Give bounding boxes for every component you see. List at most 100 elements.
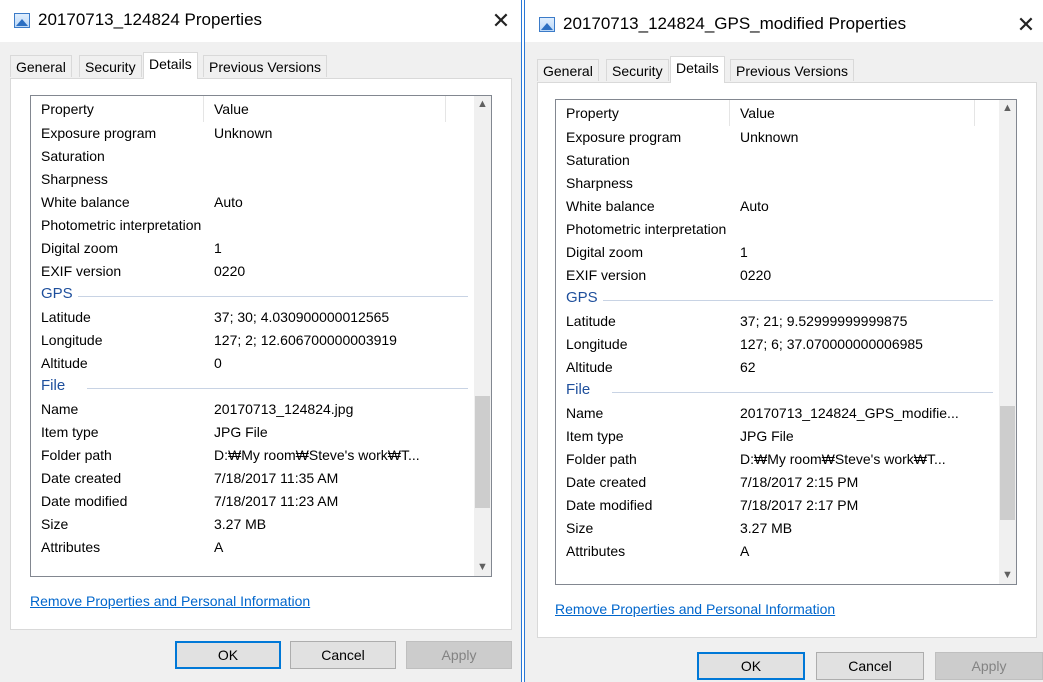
property-row[interactable]: Longitude 127; 2; 12.606700000003919: [31, 329, 474, 352]
scrollbar-thumb[interactable]: [1000, 406, 1015, 520]
property-row[interactable]: Name 20170713_124824_GPS_modifie...: [556, 402, 999, 425]
property-row[interactable]: Saturation: [556, 149, 999, 172]
tab-details[interactable]: Details: [670, 56, 725, 83]
property-value: 7/18/2017 2:15 PM: [740, 474, 859, 490]
property-row[interactable]: Latitude 37; 30; 4.030900000012565: [31, 306, 474, 329]
header-property[interactable]: Property: [41, 101, 94, 117]
property-row[interactable]: Size 3.27 MB: [31, 513, 474, 536]
property-value: 3.27 MB: [740, 520, 793, 536]
property-value: 127; 2; 12.606700000003919: [214, 332, 397, 348]
column-divider[interactable]: [203, 96, 204, 122]
property-row[interactable]: Date modified 7/18/2017 11:23 AM: [31, 490, 474, 513]
tab-general[interactable]: General: [537, 59, 599, 81]
scroll-down-arrow-icon[interactable]: ▼: [474, 559, 491, 576]
property-row[interactable]: EXIF version 0220: [31, 260, 474, 283]
column-divider[interactable]: [974, 100, 975, 126]
property-name: Digital zoom: [566, 244, 644, 260]
close-icon[interactable]: ✕: [1011, 10, 1041, 40]
group-header-file[interactable]: File: [31, 375, 474, 398]
property-name: EXIF version: [566, 267, 647, 283]
tab-previous-versions[interactable]: Previous Versions: [730, 59, 855, 81]
property-row[interactable]: Exposure program Unknown: [31, 122, 474, 145]
property-name: Digital zoom: [41, 240, 119, 256]
cancel-button[interactable]: Cancel: [816, 652, 924, 680]
property-name: Exposure program: [41, 125, 157, 141]
column-divider[interactable]: [729, 100, 730, 126]
header-value[interactable]: Value: [214, 101, 249, 117]
property-value: Auto: [214, 194, 243, 210]
property-row[interactable]: Item type JPG File: [556, 425, 999, 448]
property-row[interactable]: Size 3.27 MB: [556, 517, 999, 540]
property-value: 7/18/2017 2:17 PM: [740, 497, 859, 513]
property-value: 20170713_124824.jpg: [214, 401, 354, 417]
property-row[interactable]: Sharpness: [31, 168, 474, 191]
property-row[interactable]: Photometric interpretation: [31, 214, 474, 237]
property-row[interactable]: Photometric interpretation: [556, 218, 999, 241]
property-row[interactable]: Altitude 62: [556, 356, 999, 379]
property-row[interactable]: Folder path D:₩My room₩Steve's work₩T...: [31, 444, 474, 467]
property-row[interactable]: EXIF version 0220: [556, 264, 999, 287]
remove-properties-link[interactable]: Remove Properties and Personal Informati…: [30, 593, 310, 609]
group-header-file[interactable]: File: [556, 379, 999, 402]
tab-general[interactable]: General: [10, 55, 72, 77]
header-property[interactable]: Property: [566, 105, 619, 121]
property-value: 3.27 MB: [214, 516, 267, 532]
image-file-icon: [539, 17, 555, 32]
property-name: Saturation: [41, 148, 105, 164]
image-file-icon: [14, 13, 30, 28]
tab-security[interactable]: Security: [79, 55, 142, 77]
details-page: Property Value Exposure program Unknown Sa…: [10, 78, 512, 630]
scroll-up-arrow-icon[interactable]: ▲: [999, 100, 1016, 117]
vertical-scrollbar[interactable]: ▲ ▼: [474, 96, 491, 576]
property-row[interactable]: Attributes A: [31, 536, 474, 559]
property-row[interactable]: Name 20170713_124824.jpg: [31, 398, 474, 421]
property-row[interactable]: Saturation: [31, 145, 474, 168]
property-value: 0: [214, 355, 222, 371]
tab-previous-versions[interactable]: Previous Versions: [203, 55, 328, 77]
property-name: Item type: [566, 428, 624, 444]
property-row[interactable]: Digital zoom 1: [556, 241, 999, 264]
property-name: Longitude: [566, 336, 628, 352]
tab-details[interactable]: Details: [143, 52, 198, 79]
property-name: White balance: [41, 194, 130, 210]
close-icon[interactable]: ✕: [486, 6, 516, 36]
scrollbar-thumb[interactable]: [475, 396, 490, 508]
property-row[interactable]: Date modified 7/18/2017 2:17 PM: [556, 494, 999, 517]
apply-button[interactable]: Apply: [935, 652, 1043, 680]
property-row[interactable]: White balance Auto: [31, 191, 474, 214]
remove-properties-link[interactable]: Remove Properties and Personal Informati…: [555, 601, 835, 617]
property-row[interactable]: Altitude 0: [31, 352, 474, 375]
property-row[interactable]: Sharpness: [556, 172, 999, 195]
group-divider: [78, 296, 468, 297]
property-name: Size: [566, 520, 594, 536]
apply-button[interactable]: Apply: [406, 641, 512, 669]
property-row[interactable]: Exposure program Unknown: [556, 126, 999, 149]
property-value: A: [214, 539, 224, 555]
ok-button[interactable]: OK: [175, 641, 281, 669]
property-row[interactable]: Folder path D:₩My room₩Steve's work₩T...: [556, 448, 999, 471]
scroll-up-arrow-icon[interactable]: ▲: [474, 96, 491, 113]
details-list[interactable]: Property Value Exposure program Unknown Sa…: [555, 99, 1017, 585]
vertical-scrollbar[interactable]: ▲ ▼: [999, 100, 1016, 584]
cancel-button[interactable]: Cancel: [290, 641, 396, 669]
ok-button[interactable]: OK: [697, 652, 805, 680]
scroll-down-arrow-icon[interactable]: ▼: [999, 567, 1016, 584]
group-header-gps[interactable]: GPS: [556, 287, 999, 310]
group-header-gps[interactable]: GPS: [31, 283, 474, 306]
property-name: Latitude: [41, 309, 91, 325]
property-row[interactable]: Attributes A: [556, 540, 999, 563]
group-label: File: [41, 377, 66, 394]
property-row[interactable]: Date created 7/18/2017 11:35 AM: [31, 467, 474, 490]
property-row[interactable]: Item type JPG File: [31, 421, 474, 444]
property-row[interactable]: Longitude 127; 6; 37.070000000006985: [556, 333, 999, 356]
property-row[interactable]: Digital zoom 1: [31, 237, 474, 260]
tab-security[interactable]: Security: [606, 59, 669, 81]
property-name: White balance: [566, 198, 655, 214]
property-row[interactable]: Date created 7/18/2017 2:15 PM: [556, 471, 999, 494]
property-row[interactable]: White balance Auto: [556, 195, 999, 218]
property-row[interactable]: Latitude 37; 21; 9.52999999999875: [556, 310, 999, 333]
column-divider[interactable]: [445, 96, 446, 122]
header-value[interactable]: Value: [740, 105, 775, 121]
details-page: Property Value Exposure program Unknown Sa…: [537, 82, 1037, 638]
details-list[interactable]: Property Value Exposure program Unknown Sa…: [30, 95, 492, 577]
